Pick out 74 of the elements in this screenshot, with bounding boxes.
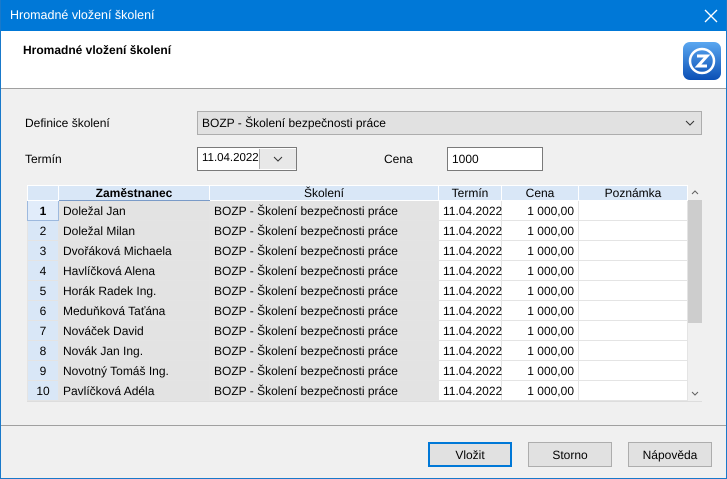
price-input[interactable]: 1000 <box>447 147 543 171</box>
table-cell: 1 000,00 <box>502 360 578 380</box>
table-cell: 1 000,00 <box>502 300 578 320</box>
table-cell: BOZP - Školení bezpečnosti práce <box>210 380 438 400</box>
table-cell: 11.04.2022 <box>438 240 502 260</box>
table-cell: Meduňková Taťána <box>58 300 210 320</box>
row-number[interactable]: 3 <box>28 240 58 260</box>
row-number[interactable]: 10 <box>28 380 58 400</box>
scroll-down-icon[interactable] <box>691 391 699 396</box>
row-number[interactable]: 2 <box>28 220 58 240</box>
row-number[interactable]: 1 <box>28 200 58 220</box>
table-cell: 1 000,00 <box>502 340 578 360</box>
table-cell: Doležal Milan <box>58 220 210 240</box>
date-field[interactable]: 11.04.2022 <box>197 147 297 171</box>
table-cell: 11.04.2022 <box>438 200 502 220</box>
dialog-button[interactable]: Storno <box>528 442 612 467</box>
table-cell: Doležal Jan <box>58 200 210 220</box>
table-cell: BOZP - Školení bezpečnosti práce <box>210 220 438 240</box>
table-cell: Nováček David <box>58 320 210 340</box>
dialog-heading: Hromadné vložení školení <box>23 42 172 59</box>
table-cell: 1 000,00 <box>502 260 578 280</box>
table-cell: 1 000,00 <box>502 380 578 400</box>
table-cell: 11.04.2022 <box>438 340 502 360</box>
table-cell: BOZP - Školení bezpečnosti práce <box>210 340 438 360</box>
table-cell: BOZP - Školení bezpečnosti práce <box>210 260 438 280</box>
row-number[interactable]: 7 <box>28 320 58 340</box>
table-cell: 11.04.2022 <box>438 360 502 380</box>
column-header[interactable]: Termín <box>438 186 502 200</box>
table-cell: 1 000,00 <box>502 200 578 220</box>
app-logo-icon <box>682 41 722 81</box>
table-cell: Havlíčková Alena <box>58 260 210 280</box>
field-label: Cena <box>384 151 414 168</box>
dialog-button[interactable]: Vložit <box>428 442 512 467</box>
table-cell: BOZP - Školení bezpečnosti práce <box>210 200 438 220</box>
table-cell: BOZP - Školení bezpečnosti práce <box>210 320 438 340</box>
scrollbar-thumb[interactable] <box>688 200 702 323</box>
column-header[interactable]: Školení <box>210 186 438 200</box>
table-cell: 11.04.2022 <box>438 300 502 320</box>
training-dropdown[interactable]: BOZP - Školení bezpečnosti práce <box>197 111 702 135</box>
table-cell: BOZP - Školení bezpečnosti práce <box>210 300 438 320</box>
table-cell: 1 000,00 <box>502 280 578 300</box>
column-header[interactable]: Cena <box>502 186 578 200</box>
table-cell: 1 000,00 <box>502 240 578 260</box>
table-cell: Novotný Tomáš Ing. <box>58 360 210 380</box>
table-cell: BOZP - Školení bezpečnosti práce <box>210 360 438 380</box>
row-number[interactable]: 8 <box>28 340 58 360</box>
table-cell: 11.04.2022 <box>438 260 502 280</box>
table-cell: Novák Jan Ing. <box>58 340 210 360</box>
table-cell: 11.04.2022 <box>438 280 502 300</box>
window-title: Hromadné vložení školení <box>10 7 155 24</box>
chevron-down-icon <box>272 156 283 162</box>
table-cell: Dvořáková Michaela <box>58 240 210 260</box>
table-cell: 1 000,00 <box>502 320 578 340</box>
column-header[interactable]: Poznámka <box>578 186 688 200</box>
dialog-button[interactable]: Nápověda <box>628 442 712 467</box>
table-cell: 11.04.2022 <box>438 320 502 340</box>
field-label: Definice školení <box>25 115 111 132</box>
table-cell: Horák Radek Ing. <box>58 280 210 300</box>
scroll-up-icon[interactable] <box>691 190 699 195</box>
row-number[interactable]: 5 <box>28 280 58 300</box>
row-number[interactable]: 4 <box>28 260 58 280</box>
header-corner <box>28 186 58 200</box>
table-cell: 11.04.2022 <box>438 220 502 240</box>
table-cell: 11.04.2022 <box>438 380 502 400</box>
table-cell: BOZP - Školení bezpečnosti práce <box>210 240 438 260</box>
field-label: Termín <box>25 151 63 168</box>
table-cell: BOZP - Školení bezpečnosti práce <box>210 280 438 300</box>
row-number[interactable]: 9 <box>28 360 58 380</box>
chevron-down-icon <box>685 120 695 126</box>
row-number[interactable]: 6 <box>28 300 58 320</box>
table-cell: 1 000,00 <box>502 220 578 240</box>
table-cell: Pavlíčková Adéla <box>58 380 210 400</box>
close-icon[interactable] <box>704 8 718 22</box>
column-header[interactable]: Zaměstnanec <box>58 186 210 200</box>
